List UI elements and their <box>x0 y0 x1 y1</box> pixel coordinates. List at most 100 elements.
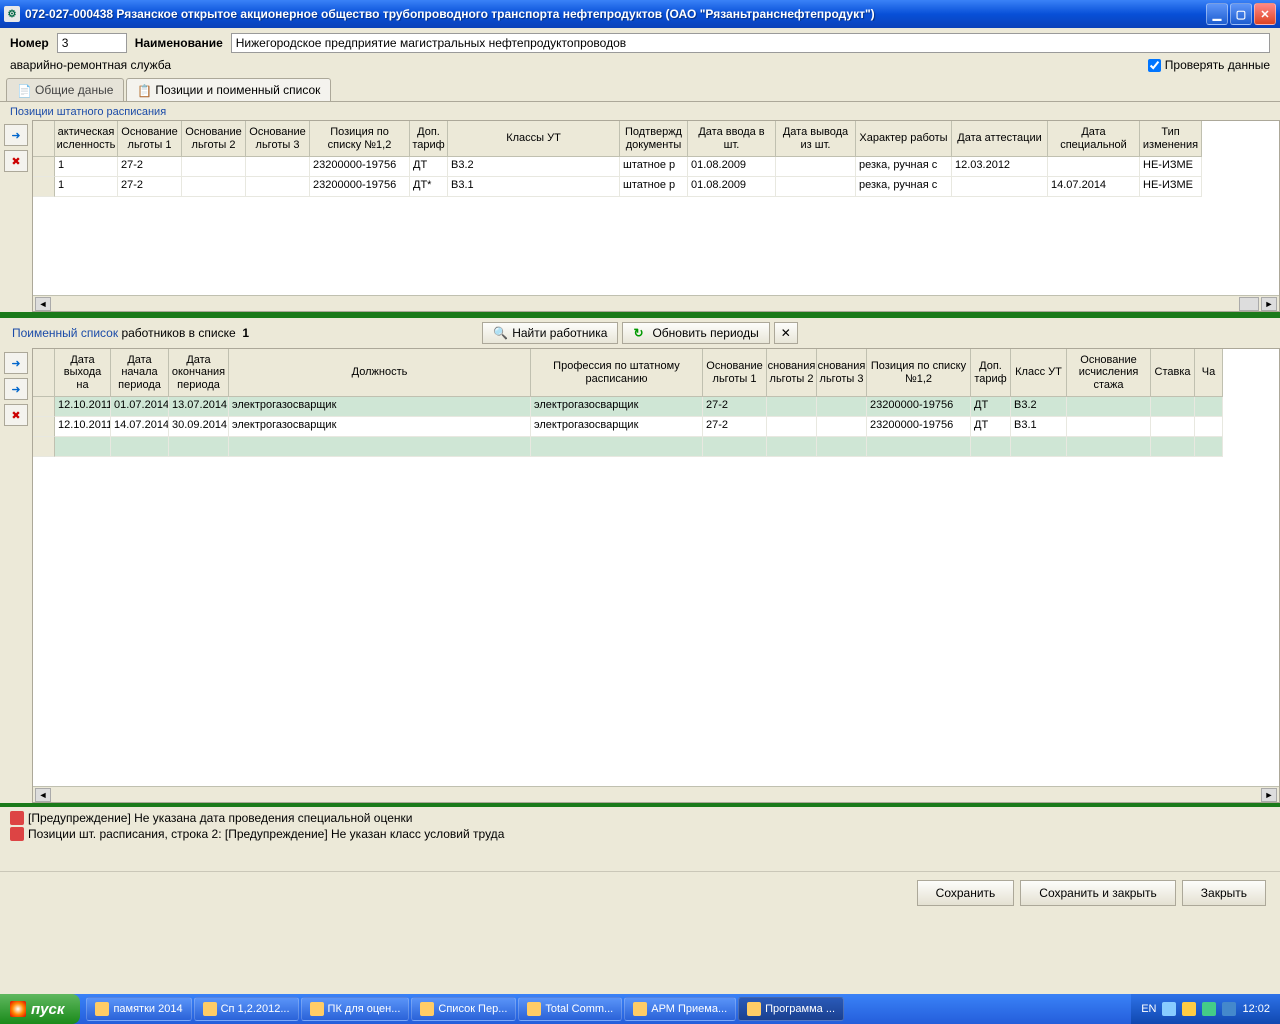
check-data-checkbox[interactable] <box>1148 59 1161 72</box>
cell[interactable] <box>817 437 867 457</box>
cell[interactable] <box>246 157 310 177</box>
cell[interactable] <box>1151 397 1195 417</box>
col-header[interactable]: Основание льготы 1 <box>118 121 182 157</box>
cell[interactable]: электрогазосварщик <box>229 397 531 417</box>
tray-icon[interactable] <box>1182 1002 1196 1016</box>
col-header[interactable]: Ставка <box>1151 349 1195 397</box>
cell[interactable]: штатное р <box>620 177 688 197</box>
col-header[interactable]: Ча <box>1195 349 1223 397</box>
cell[interactable]: В3.1 <box>1011 417 1067 437</box>
cell[interactable]: 14.07.2014 <box>1048 177 1140 197</box>
cell[interactable] <box>867 437 971 457</box>
cell[interactable]: 23200000-19756 <box>867 417 971 437</box>
scroll-right-icon[interactable]: ► <box>1261 788 1277 802</box>
col-header[interactable]: снования льготы 2 <box>767 349 817 397</box>
close-button[interactable]: Закрыть <box>1182 880 1266 906</box>
cell[interactable]: 27-2 <box>118 177 182 197</box>
cell[interactable]: 1 <box>55 157 118 177</box>
cell[interactable] <box>1151 417 1195 437</box>
cell[interactable] <box>952 177 1048 197</box>
cell[interactable]: 23200000-19756 <box>310 157 410 177</box>
cell[interactable] <box>1151 437 1195 457</box>
refresh-periods-button[interactable]: ↻ Обновить периоды <box>622 322 769 344</box>
taskbar-item[interactable]: ПК для оцен... <box>301 997 410 1021</box>
cell[interactable]: 13.07.2014 <box>169 397 229 417</box>
h-scrollbar[interactable]: ◄ ► <box>33 295 1279 311</box>
col-header[interactable]: Дата начала периода <box>111 349 169 397</box>
cell[interactable] <box>776 157 856 177</box>
col-header[interactable]: Дата специальной <box>1048 121 1140 157</box>
cell[interactable] <box>111 437 169 457</box>
cell[interactable]: штатное р <box>620 157 688 177</box>
language-indicator[interactable]: EN <box>1141 1003 1156 1015</box>
scroll-right-icon[interactable]: ► <box>1261 297 1277 311</box>
close-panel-button[interactable]: ✕ <box>774 322 798 344</box>
cell[interactable] <box>1067 437 1151 457</box>
cell[interactable] <box>169 437 229 457</box>
cell[interactable]: 23200000-19756 <box>310 177 410 197</box>
cell[interactable] <box>1195 417 1223 437</box>
number-input[interactable] <box>57 33 127 53</box>
col-header[interactable]: Дата ввода в шт. <box>688 121 776 157</box>
maximize-button[interactable]: ▢ <box>1230 3 1252 25</box>
taskbar-item[interactable]: памятки 2014 <box>86 997 191 1021</box>
col-header[interactable]: Дата вывода из шт. <box>776 121 856 157</box>
cell[interactable] <box>246 177 310 197</box>
col-header[interactable]: Тип изменения <box>1140 121 1202 157</box>
cell[interactable] <box>1067 417 1151 437</box>
cell[interactable] <box>776 177 856 197</box>
col-header[interactable]: Дата окончания периода <box>169 349 229 397</box>
cell[interactable] <box>1067 397 1151 417</box>
table-row[interactable]: 127-223200000-19756ДТВ3.2штатное р01.08.… <box>33 157 1279 177</box>
cell[interactable]: ДТ* <box>410 177 448 197</box>
cell[interactable]: ДТ <box>410 157 448 177</box>
tray-icon[interactable] <box>1202 1002 1216 1016</box>
scroll-left-icon[interactable]: ◄ <box>35 297 51 311</box>
cell[interactable]: В3.2 <box>1011 397 1067 417</box>
taskbar-item[interactable]: АРМ Приема... <box>624 997 736 1021</box>
cell[interactable] <box>767 437 817 457</box>
col-header[interactable]: Профессия по штатному расписанию <box>531 349 703 397</box>
col-header[interactable]: Доп. тариф <box>410 121 448 157</box>
start-button[interactable]: пуск <box>0 994 80 1024</box>
col-header[interactable]: Подтвержд документы <box>620 121 688 157</box>
cell[interactable]: 12.03.2012 <box>952 157 1048 177</box>
col-header[interactable]: Дата аттестации <box>952 121 1048 157</box>
cell[interactable]: 27-2 <box>118 157 182 177</box>
cell[interactable]: 23200000-19756 <box>867 397 971 417</box>
cell[interactable] <box>531 437 703 457</box>
delete-worker-button[interactable]: ✖ <box>4 404 28 426</box>
scroll-left-icon[interactable]: ◄ <box>35 788 51 802</box>
tab-positions[interactable]: 📋 Позиции и поименный список <box>126 78 331 101</box>
col-header[interactable]: Позиция по списку №1,2 <box>310 121 410 157</box>
cell[interactable]: электрогазосварщик <box>531 397 703 417</box>
tray-icon[interactable] <box>1222 1002 1236 1016</box>
cell[interactable]: резка, ручная с <box>856 157 952 177</box>
cell[interactable] <box>229 437 531 457</box>
cell[interactable] <box>767 417 817 437</box>
taskbar-item[interactable]: Программа ... <box>738 997 844 1021</box>
minimize-button[interactable]: ▁ <box>1206 3 1228 25</box>
workers-grid[interactable]: Дата выхода на Дата начала периода Дата … <box>32 348 1280 803</box>
cell[interactable]: 27-2 <box>703 397 767 417</box>
cell[interactable] <box>1195 397 1223 417</box>
cell[interactable] <box>1048 157 1140 177</box>
clock[interactable]: 12:02 <box>1242 1003 1270 1015</box>
check-data-label[interactable]: Проверять данные <box>1148 58 1270 72</box>
col-header[interactable]: Позиция по списку №1,2 <box>867 349 971 397</box>
cell[interactable]: 01.08.2009 <box>688 177 776 197</box>
col-header[interactable]: Основание льготы 3 <box>246 121 310 157</box>
table-row[interactable] <box>33 437 1279 457</box>
cell[interactable] <box>55 437 111 457</box>
scroll-thumb[interactable] <box>1239 297 1259 311</box>
cell[interactable] <box>703 437 767 457</box>
cell[interactable]: 14.07.2014 <box>111 417 169 437</box>
cell[interactable]: 30.09.2014 <box>169 417 229 437</box>
tab-general[interactable]: 📄 Общие даные <box>6 78 124 101</box>
cell[interactable]: 01.08.2009 <box>688 157 776 177</box>
table-row[interactable]: 127-223200000-19756ДТ*В3.1штатное р01.08… <box>33 177 1279 197</box>
cell[interactable]: 27-2 <box>703 417 767 437</box>
cell[interactable] <box>767 397 817 417</box>
cell[interactable]: электрогазосварщик <box>531 417 703 437</box>
col-header[interactable]: Доп. тариф <box>971 349 1011 397</box>
